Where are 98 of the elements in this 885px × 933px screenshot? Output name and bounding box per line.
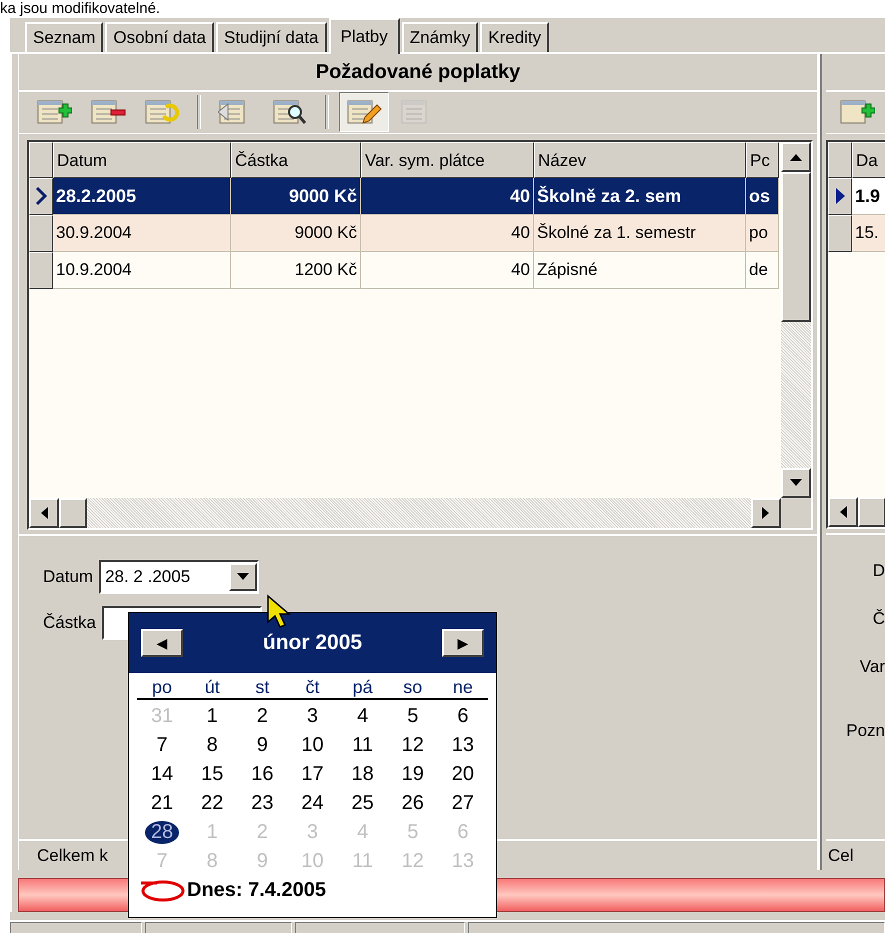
previous-month-button[interactable]: ◀ [141, 629, 183, 657]
caret-icon [237, 573, 250, 582]
row-header[interactable] [828, 214, 852, 252]
calendar-day[interactable]: 15 [195, 763, 230, 786]
horizontal-scrollbar[interactable] [828, 497, 885, 528]
calendar-day[interactable]: 17 [295, 763, 330, 786]
field-label: Částka [43, 613, 96, 634]
up-arrow-icon [789, 152, 803, 162]
right-arrow-icon [761, 506, 771, 520]
calendar-day[interactable]: 24 [295, 792, 330, 815]
calendar-day[interactable]: 23 [245, 792, 280, 815]
field-label: Č [872, 609, 885, 630]
row-header[interactable] [828, 178, 852, 215]
horizontal-scrollbar[interactable] [29, 498, 811, 528]
calendar-day[interactable]: 27 [446, 792, 480, 815]
down-arrow-icon [789, 478, 803, 488]
row-pointer-icon [834, 186, 846, 206]
weekday-label: so [402, 677, 424, 698]
table-cell: 28.2.2005 [53, 178, 231, 215]
table-cell: 40 [361, 178, 534, 215]
table-cell: de [746, 252, 779, 289]
weekday-label: čt [304, 677, 320, 698]
tab[interactable]: Osobní data [105, 22, 214, 52]
calendar-day[interactable]: 22 [195, 792, 230, 815]
calendar-day[interactable]: 11 [346, 734, 380, 757]
tab[interactable]: Platby [328, 18, 400, 54]
left-arrow-icon [838, 505, 848, 520]
weekday-label: pá [352, 677, 374, 698]
field-label: D [872, 561, 885, 582]
column-header[interactable]: Pc [746, 142, 779, 178]
row-header[interactable] [29, 214, 53, 252]
edit-button[interactable] [339, 92, 389, 132]
weekday-label: ne [452, 677, 474, 698]
calendar-day[interactable]: 8 [200, 734, 224, 757]
table-cell: po [746, 214, 779, 252]
column-header[interactable]: Částka [231, 142, 361, 178]
table-cell: 10.9.2004 [53, 252, 231, 289]
date-field[interactable]: 28. 2 .2005 [99, 560, 260, 594]
calendar-day[interactable]: 12 [396, 734, 430, 757]
table-cell: 1.9 [852, 178, 885, 215]
vertical-scrollbar[interactable] [781, 142, 811, 498]
column-header[interactable]: Da [852, 142, 885, 178]
calendar-day[interactable]: 20 [446, 763, 480, 786]
today-label[interactable]: Dnes: 7.4.2005 [187, 878, 326, 902]
calendar-day[interactable]: 26 [396, 792, 430, 815]
calendar-day[interactable]: 9 [250, 734, 274, 757]
table-cell: 40 [361, 252, 534, 289]
total-label: Celkem k [37, 846, 108, 866]
table-cell: Školně za 2. sem [534, 178, 746, 215]
table-cell: 15. [852, 214, 885, 252]
left-arrow-icon [39, 506, 49, 520]
calendar-day[interactable]: 19 [396, 763, 430, 786]
table-cell: 40 [361, 214, 534, 252]
column-header[interactable]: Var. sym. plátce [361, 142, 534, 178]
weekday-label: út [204, 677, 221, 698]
field-label: Pozn [846, 721, 885, 742]
calendar-day[interactable]: 18 [346, 763, 380, 786]
table-cell: Školné za 1. semestr [534, 214, 746, 252]
calendar-day[interactable]: 14 [144, 763, 180, 786]
table-cell: 30.9.2004 [53, 214, 231, 252]
calendar-day[interactable]: 3 [300, 705, 324, 728]
field-label: Datum [43, 567, 94, 588]
row-pointer-icon [35, 186, 47, 206]
column-header[interactable]: Název [534, 142, 746, 178]
calendar-day[interactable]: 21 [144, 792, 180, 815]
next-month-button[interactable]: ▶ [442, 629, 484, 657]
weekday-label: st [254, 677, 270, 698]
row-header[interactable] [29, 178, 53, 215]
calendar-day[interactable]: 1 [200, 705, 224, 728]
tab[interactable]: Studijní data [216, 22, 327, 52]
tab[interactable]: Kredity [480, 22, 550, 52]
calendar-day[interactable]: 10 [295, 734, 330, 757]
weekday-label: po [151, 677, 174, 698]
column-header[interactable]: Datum [53, 142, 231, 178]
calendar-day[interactable]: 16 [245, 763, 280, 786]
calendar-day[interactable]: 28 [144, 821, 180, 844]
panel-title: Požadované poplatky [314, 60, 522, 85]
table-cell: os [746, 178, 779, 215]
month-title: únor 2005 [262, 631, 362, 655]
calendar-day[interactable]: 25 [346, 792, 380, 815]
table-cell: 1200 Kč [231, 252, 361, 289]
tab[interactable]: Seznam [25, 22, 104, 52]
calendar-day[interactable]: 13 [446, 734, 480, 757]
field-label: Var [860, 657, 885, 678]
today-circle-icon [139, 878, 185, 902]
row-header[interactable] [29, 252, 53, 289]
caption-text: ka jsou modifikovatelné. [0, 0, 162, 18]
total-label: Cel [828, 846, 854, 866]
tab[interactable]: Známky [402, 22, 478, 52]
calendar-day[interactable]: 7 [150, 734, 174, 757]
table-cell: 9000 Kč [231, 178, 361, 215]
table-cell: Zápisné [534, 252, 746, 289]
calendar-day[interactable]: 2 [250, 705, 274, 728]
table-cell: 9000 Kč [231, 214, 361, 252]
dropdown-button[interactable] [229, 563, 258, 592]
calendar-day[interactable]: 6 [451, 705, 474, 728]
calendar-day[interactable]: 4 [351, 705, 374, 728]
calendar-day[interactable]: 5 [401, 705, 424, 728]
